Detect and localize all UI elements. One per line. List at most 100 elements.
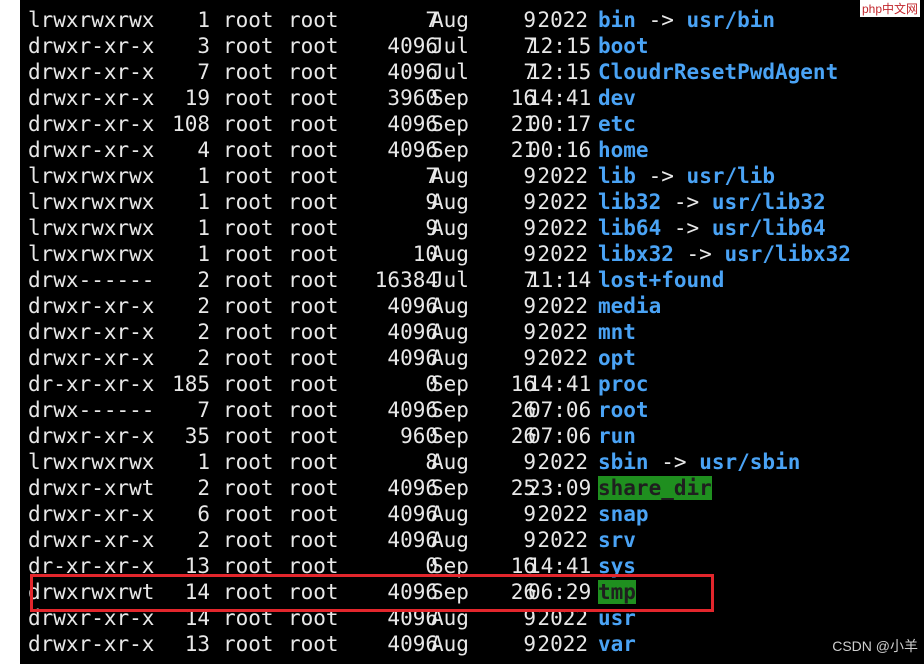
- permissions: drwxr-xr-x: [28, 528, 155, 552]
- link-count: 14: [184, 606, 210, 630]
- permissions: drwxr-xr-x: [28, 294, 155, 318]
- watermark-top-right: php中文网: [859, 0, 920, 17]
- time-or-year: 2022: [537, 606, 588, 630]
- link-count: 7: [197, 60, 210, 84]
- link-count: 2: [197, 528, 210, 552]
- entry-name: var: [598, 631, 636, 657]
- time-or-year: 07:06: [528, 398, 592, 422]
- symlink-target: usr/sbin: [699, 450, 801, 474]
- entry-name-text: share_dir: [598, 476, 712, 500]
- entry-name-text: home: [598, 138, 649, 162]
- month: Aug: [431, 502, 469, 526]
- time-or-year: 14:41: [528, 86, 592, 110]
- entry-name-text: lib64: [598, 216, 662, 240]
- group: root: [288, 60, 339, 84]
- entry-name: sbin -> usr/sbin: [598, 449, 800, 475]
- month: Aug: [431, 346, 469, 370]
- permissions: lrwxrwxrwx: [28, 190, 155, 214]
- file-size: 4096: [387, 346, 438, 370]
- entry-name-text: lost+found: [598, 268, 725, 292]
- entry-name-text: boot: [598, 34, 649, 58]
- link-count: 3: [197, 34, 210, 58]
- file-size: 7: [425, 164, 438, 188]
- owner: root: [223, 372, 274, 396]
- link-count: 185: [172, 372, 210, 396]
- month: Aug: [431, 528, 469, 552]
- month: Aug: [431, 632, 469, 656]
- time-or-year: 12:15: [528, 60, 592, 84]
- time-or-year: 2022: [537, 502, 588, 526]
- file-size: 4096: [387, 34, 438, 58]
- entry-name-text: var: [598, 632, 636, 656]
- symlink-arrow: ->: [648, 164, 674, 188]
- month: Jul: [431, 60, 469, 84]
- entry-name: boot: [598, 33, 649, 59]
- file-size: 10: [412, 242, 438, 266]
- link-count: 1: [197, 190, 210, 214]
- month: Aug: [431, 8, 469, 32]
- time-or-year: 2022: [537, 320, 588, 344]
- permissions: drwxr-xr-x: [28, 424, 155, 448]
- group: root: [288, 294, 339, 318]
- entry-name-text: proc: [598, 372, 649, 396]
- link-count: 35: [184, 424, 210, 448]
- symlink-target: usr/lib64: [711, 216, 826, 240]
- link-count: 2: [197, 268, 210, 292]
- entry-name-text: libx32: [598, 242, 674, 266]
- watermark-bottom-right: CSDN @小羊: [832, 638, 918, 654]
- permissions: drwxr-xr-x: [28, 112, 155, 136]
- entry-name: usr: [598, 605, 636, 631]
- month: Sep: [431, 424, 469, 448]
- file-size: 7: [425, 8, 438, 32]
- permissions: drwxr-xr-x: [28, 138, 155, 162]
- link-count: 1: [197, 8, 210, 32]
- permissions: drwxr-xr-x: [28, 86, 155, 110]
- permissions: drwxrwxrwt: [28, 580, 155, 604]
- entry-name-text: bin: [598, 8, 636, 32]
- owner: root: [223, 138, 274, 162]
- entry-name-text: CloudrResetPwdAgent: [598, 60, 839, 84]
- time-or-year: 2022: [537, 8, 588, 32]
- symlink-arrow: ->: [661, 450, 687, 474]
- entry-name: share_dir: [598, 475, 712, 501]
- file-size: 960: [400, 424, 438, 448]
- permissions: drwxr-xr-x: [28, 60, 155, 84]
- entry-name-text: mnt: [598, 320, 636, 344]
- file-size: 0: [425, 372, 438, 396]
- time-or-year: 2022: [537, 216, 588, 240]
- entry-name-text: etc: [598, 112, 636, 136]
- permissions: drwxr-xr-x: [28, 346, 155, 370]
- owner: root: [223, 294, 274, 318]
- link-count: 2: [197, 320, 210, 344]
- group: root: [288, 34, 339, 58]
- entry-name: tmp: [598, 579, 636, 605]
- group: root: [288, 164, 339, 188]
- month: Aug: [431, 450, 469, 474]
- entry-name: CloudrResetPwdAgent: [598, 59, 838, 85]
- group: root: [288, 606, 339, 630]
- entry-name-text: snap: [598, 502, 649, 526]
- file-size: 4096: [387, 60, 438, 84]
- permissions: drwxr-xrwt: [28, 476, 155, 500]
- entry-name: root: [598, 397, 649, 423]
- owner: root: [223, 190, 274, 214]
- link-count: 1: [197, 242, 210, 266]
- time-or-year: 2022: [537, 164, 588, 188]
- owner: root: [223, 606, 274, 630]
- file-size: 4096: [387, 138, 438, 162]
- entry-name-text: run: [598, 424, 636, 448]
- file-size: 3960: [387, 86, 438, 110]
- time-or-year: 00:17: [528, 112, 592, 136]
- owner: root: [223, 632, 274, 656]
- link-count: 4: [197, 138, 210, 162]
- symlink-target: usr/libx32: [724, 242, 851, 266]
- month: Aug: [431, 216, 469, 240]
- permissions: drwxr-xr-x: [28, 320, 155, 344]
- file-size: 4096: [387, 112, 438, 136]
- symlink-arrow: ->: [686, 242, 712, 266]
- link-count: 2: [197, 346, 210, 370]
- owner: root: [223, 424, 274, 448]
- month: Jul: [431, 34, 469, 58]
- month: Sep: [431, 476, 469, 500]
- permissions: drwx------: [28, 268, 155, 292]
